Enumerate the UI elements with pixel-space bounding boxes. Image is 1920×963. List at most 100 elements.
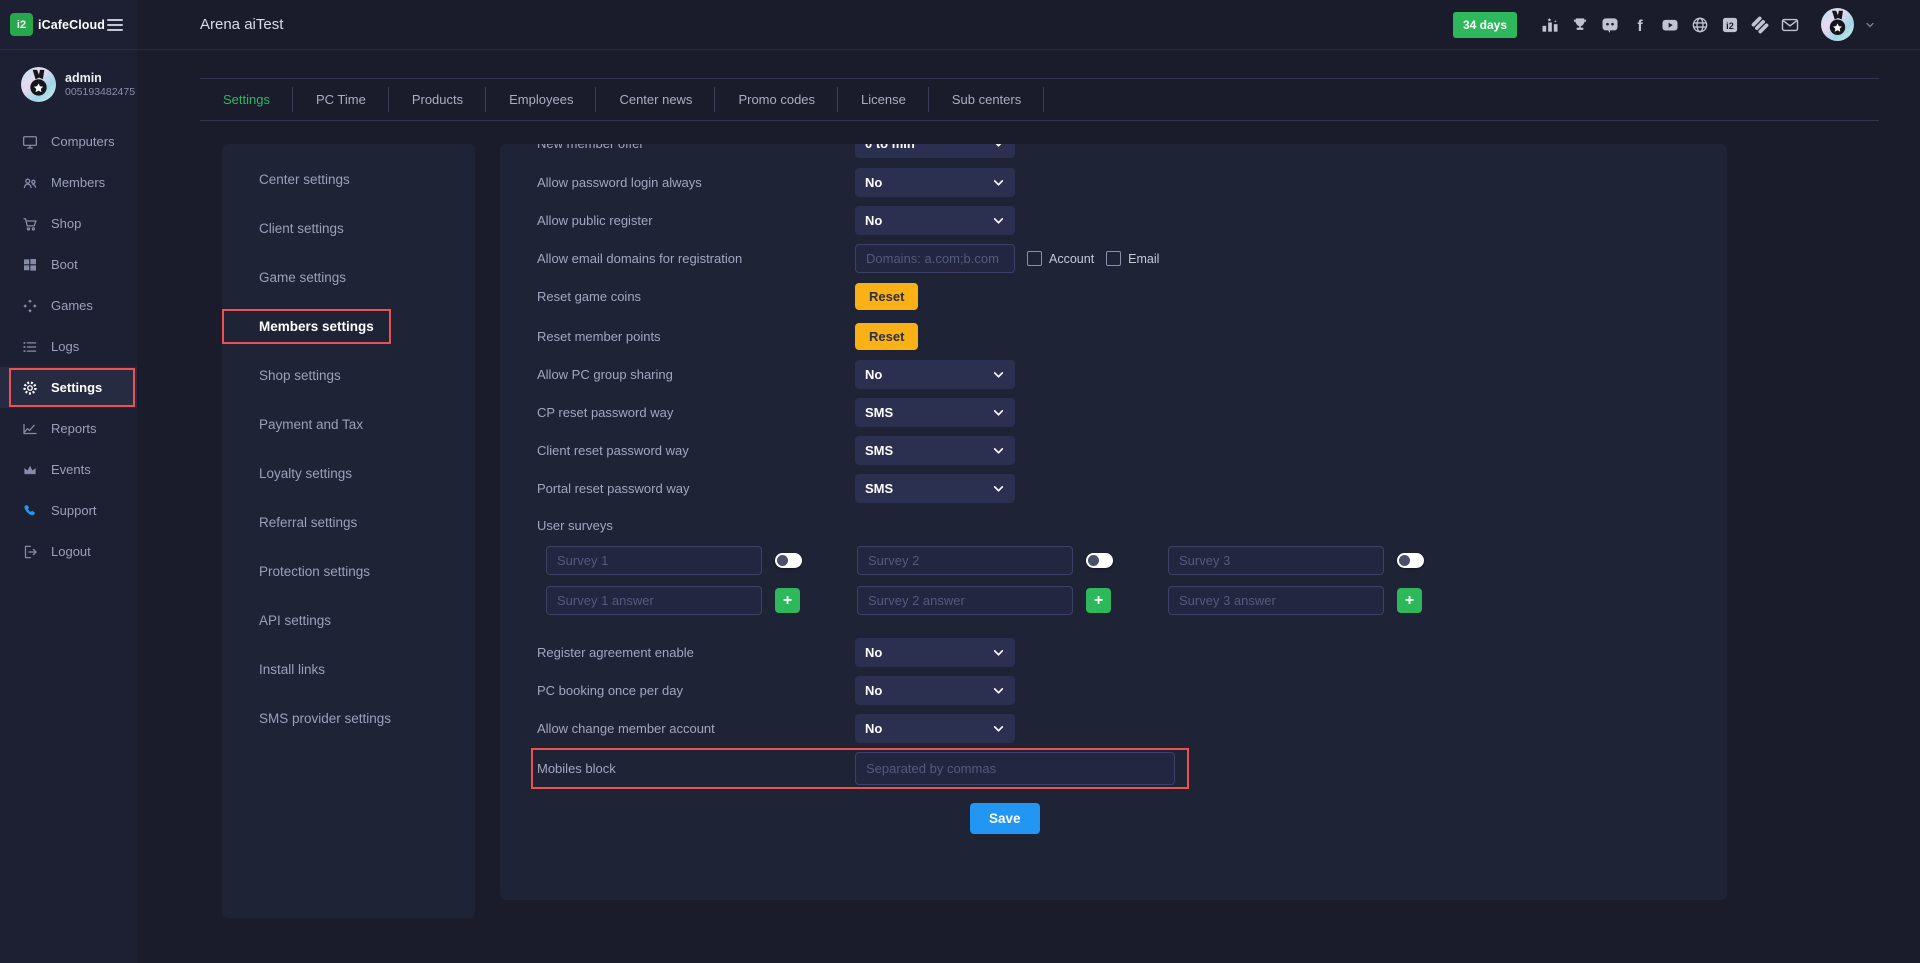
survey-2-input[interactable] xyxy=(857,546,1073,575)
icafecloud-logo-icon: i2 xyxy=(10,13,33,36)
globe-icon[interactable] xyxy=(1690,15,1710,35)
field-label: Mobiles block xyxy=(537,761,855,776)
survey-1-toggle[interactable] xyxy=(775,553,802,568)
sidebar-item-shop[interactable]: Shop xyxy=(0,203,137,244)
allow-change-member-account-select[interactable]: No xyxy=(855,714,1015,743)
allow-password-login-select[interactable]: No xyxy=(855,168,1015,197)
form-row-portal-reset-password: Portal reset password way SMS xyxy=(537,474,1727,503)
reset-member-points-button[interactable]: Reset xyxy=(855,323,918,350)
sidebar-item-boot[interactable]: Boot xyxy=(0,244,137,285)
chevron-down-icon xyxy=(992,444,1005,457)
submenu-loyalty-settings[interactable]: Loyalty settings xyxy=(222,449,475,498)
sidebar-item-settings[interactable]: Settings xyxy=(0,367,137,408)
sidebar-item-games[interactable]: Games xyxy=(0,285,137,326)
portal-reset-password-select[interactable]: SMS xyxy=(855,474,1015,503)
tab-sub-centers[interactable]: Sub centers xyxy=(929,79,1044,120)
chevron-down-icon[interactable] xyxy=(1864,19,1876,31)
sidebar-item-events[interactable]: Events xyxy=(0,449,137,490)
reset-game-coins-button[interactable]: Reset xyxy=(855,283,918,310)
shop-cart-icon xyxy=(21,215,39,233)
pc-booking-select[interactable]: No xyxy=(855,676,1015,705)
survey-2-add-answer-button[interactable]: + xyxy=(1086,588,1111,613)
submenu-game-settings[interactable]: Game settings xyxy=(222,253,475,302)
tab-promo-codes[interactable]: Promo codes xyxy=(715,79,838,120)
tab-products[interactable]: Products xyxy=(389,79,486,120)
sidebar-item-support[interactable]: Support xyxy=(0,490,137,531)
submenu-protection-settings[interactable]: Protection settings xyxy=(222,547,475,596)
submenu-referral-settings[interactable]: Referral settings xyxy=(222,498,475,547)
form-row-reset-game-coins: Reset game coins Reset xyxy=(537,282,1727,311)
submenu-client-settings[interactable]: Client settings xyxy=(222,204,475,253)
tab-pc-time[interactable]: PC Time xyxy=(293,79,389,120)
mobiles-block-input[interactable] xyxy=(855,752,1175,785)
survey-2-toggle[interactable] xyxy=(1086,553,1113,568)
email-domains-input[interactable] xyxy=(855,244,1015,273)
submenu-center-settings[interactable]: Center settings xyxy=(222,155,475,204)
sidebar-item-logs[interactable]: Logs xyxy=(0,326,137,367)
survey-3-answer-column: + xyxy=(1168,586,1479,615)
form-row-mobiles-block: Mobiles block xyxy=(537,752,1727,785)
select-value: SMS xyxy=(865,405,893,420)
sidebar-item-label: Reports xyxy=(51,421,97,436)
chevron-down-icon xyxy=(992,368,1005,381)
submenu-install-links[interactable]: Install links xyxy=(222,645,475,694)
client-reset-password-select[interactable]: SMS xyxy=(855,436,1015,465)
members-settings-form: New member offer 0 to min Allow password… xyxy=(500,144,1727,900)
form-row-allow-password-login: Allow password login always No xyxy=(537,168,1727,197)
tab-employees[interactable]: Employees xyxy=(486,79,596,120)
mail-icon[interactable] xyxy=(1780,15,1800,35)
account-checkbox-group: Account xyxy=(1027,251,1094,266)
account-checkbox[interactable] xyxy=(1027,251,1042,266)
sidebar-item-computers[interactable]: Computers xyxy=(0,121,137,162)
survey-3-input[interactable] xyxy=(1168,546,1384,575)
submenu-api-settings[interactable]: API settings xyxy=(222,596,475,645)
icafe-badge-icon[interactable]: i2 xyxy=(1720,15,1740,35)
select-value: No xyxy=(865,367,882,382)
save-button[interactable]: Save xyxy=(970,803,1040,834)
pc-group-sharing-select[interactable]: No xyxy=(855,360,1015,389)
submenu-item-label: Members settings xyxy=(259,319,374,334)
survey-1-add-answer-button[interactable]: + xyxy=(775,588,800,613)
ranking-icon[interactable] xyxy=(1540,15,1560,35)
icafecloud-logo[interactable]: i2 iCafeCloud xyxy=(10,13,105,36)
user-avatar[interactable] xyxy=(21,67,56,102)
youtube-icon[interactable] xyxy=(1660,15,1680,35)
submenu-payment-and-tax[interactable]: Payment and Tax xyxy=(222,400,475,449)
field-label: Portal reset password way xyxy=(537,481,855,496)
tab-center-news[interactable]: Center news xyxy=(596,79,715,120)
settings-gear-icon xyxy=(21,379,39,397)
license-days-badge[interactable]: 34 days xyxy=(1453,12,1517,38)
field-label: New member offer xyxy=(537,144,855,151)
facebook-icon[interactable]: f xyxy=(1630,15,1650,35)
submenu-shop-settings[interactable]: Shop settings xyxy=(222,351,475,400)
form-row-new-member-offer: New member offer 0 to min xyxy=(537,144,1727,158)
submenu-sms-provider-settings[interactable]: SMS provider settings xyxy=(222,694,475,743)
content-area: Settings PC Time Products Employees Cent… xyxy=(137,50,1920,963)
field-label: Reset game coins xyxy=(537,289,855,304)
survey-1-input[interactable] xyxy=(546,546,762,575)
tab-settings[interactable]: Settings xyxy=(200,79,293,120)
submenu-members-settings[interactable]: Members settings xyxy=(222,302,475,351)
cp-reset-password-select[interactable]: SMS xyxy=(855,398,1015,427)
survey-1-answer-input[interactable] xyxy=(546,586,762,615)
medal-avatar-image xyxy=(21,67,56,102)
survey-3-answer-input[interactable] xyxy=(1168,586,1384,615)
new-member-offer-select[interactable]: 0 to min xyxy=(855,144,1015,158)
user-avatar[interactable] xyxy=(1821,8,1854,41)
hamburger-menu-icon[interactable] xyxy=(105,15,125,35)
user-id: 005193482475 xyxy=(65,86,135,100)
tab-license[interactable]: License xyxy=(838,79,929,120)
select-value: SMS xyxy=(865,481,893,496)
sidebar-item-logout[interactable]: Logout xyxy=(0,531,137,572)
email-checkbox[interactable] xyxy=(1106,251,1121,266)
survey-2-answer-input[interactable] xyxy=(857,586,1073,615)
register-agreement-select[interactable]: No xyxy=(855,638,1015,667)
allow-public-register-select[interactable]: No xyxy=(855,206,1015,235)
sidebar-item-members[interactable]: Members xyxy=(0,162,137,203)
sidebar-item-reports[interactable]: Reports xyxy=(0,408,137,449)
layers-icon[interactable] xyxy=(1750,15,1770,35)
survey-3-toggle[interactable] xyxy=(1397,553,1424,568)
survey-3-add-answer-button[interactable]: + xyxy=(1397,588,1422,613)
trophy-icon[interactable] xyxy=(1570,15,1590,35)
discord-icon[interactable] xyxy=(1600,15,1620,35)
